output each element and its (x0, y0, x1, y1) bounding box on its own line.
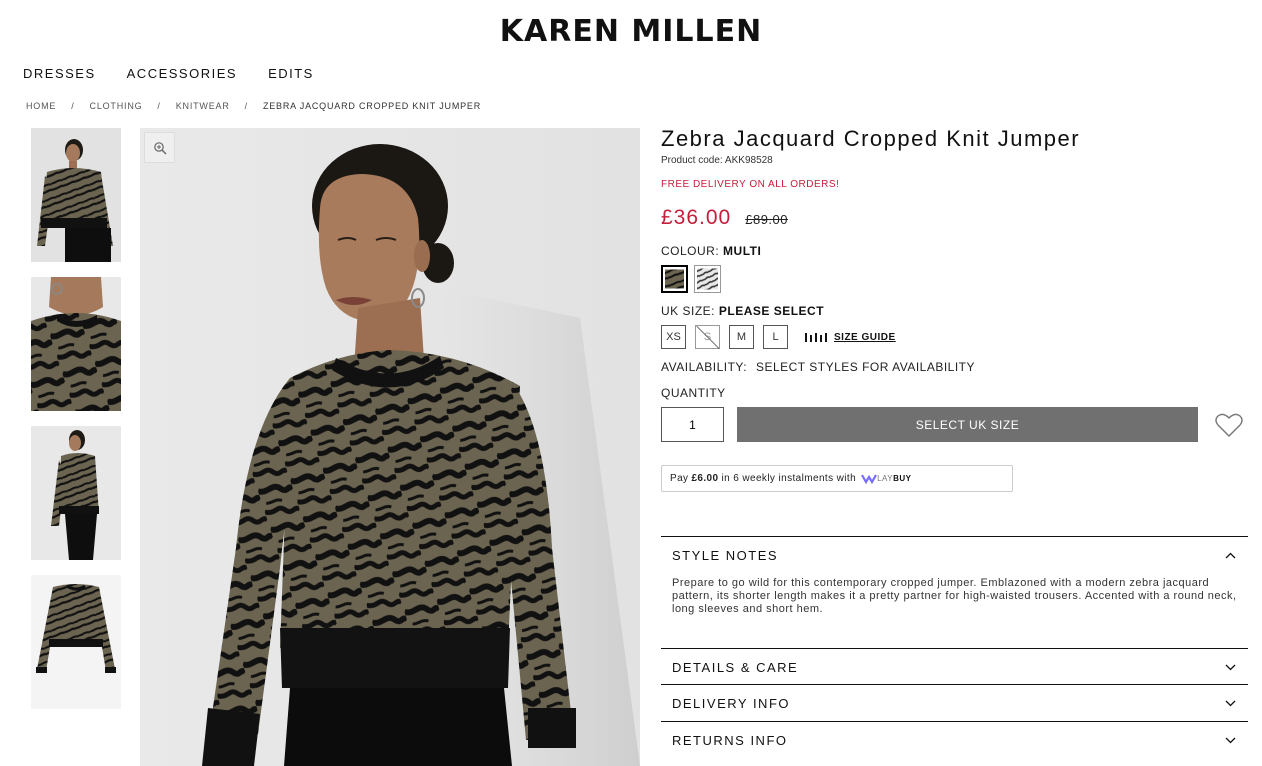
current-price: £36.00 (661, 206, 732, 229)
availability-row: AVAILABILITY: SELECT STYLES FOR AVAILABI… (661, 360, 1248, 374)
zoom-icon (153, 141, 166, 154)
heart-icon[interactable] (1215, 412, 1243, 438)
accordion-header-details-care[interactable]: DETAILS & CARE (661, 649, 1248, 685)
size-s[interactable]: S (695, 325, 720, 349)
accordion-style-notes: STYLE NOTES Prepare to go wild for this … (661, 536, 1248, 616)
chevron-down-icon (1225, 700, 1236, 706)
accordion-header-delivery-info[interactable]: DELIVERY INFO (661, 685, 1248, 721)
accordion-header-returns-info[interactable]: RETURNS INFO (661, 722, 1248, 758)
breadcrumb-home[interactable]: HOME (26, 101, 56, 111)
free-delivery-banner: FREE DELIVERY ON ALL ORDERS! (661, 179, 840, 190)
size-guide-label: SIZE GUIDE (834, 331, 896, 343)
laybuy-logo-icon: LAY BUY (861, 473, 911, 484)
laybuy-text: in 6 weekly instalments with (721, 473, 857, 484)
thumbnail-image-front (31, 128, 121, 262)
accordion-delivery-info: DELIVERY INFO (661, 684, 1248, 721)
laybuy-banner[interactable]: Pay £6.00 in 6 weekly instalments with L… (661, 465, 1013, 492)
nav-item-accessories[interactable]: ACCESSORIES (127, 66, 237, 81)
swatch-khaki-zebra-image (665, 269, 684, 289)
breadcrumb-knitwear[interactable]: KNITWEAR (176, 101, 230, 111)
laybuy-logo-bold: BUY (893, 474, 912, 483)
swatch-grey-zebra-image (697, 268, 718, 290)
original-price: £89.00 (745, 212, 788, 227)
breadcrumb-separator: / (244, 101, 248, 111)
model-photo (140, 128, 640, 766)
product-info-panel: Zebra Jacquard Cropped Knit Jumper Produ… (661, 126, 1248, 492)
breadcrumb-current: ZEBRA JACQUARD CROPPED KNIT JUMPER (262, 101, 482, 111)
accordion-header-style-notes[interactable]: STYLE NOTES (661, 537, 1248, 573)
colour-swatches (661, 265, 1248, 293)
product-code: Product code: AKK98528 (661, 155, 773, 166)
zoom-button[interactable] (144, 132, 175, 163)
add-to-bag-button[interactable]: SELECT UK SIZE (737, 407, 1198, 442)
thumbnail-image-detail (31, 277, 121, 411)
colour-label: COLOUR: MULTI (661, 244, 1248, 258)
chevron-down-icon (1225, 664, 1236, 670)
accordion-title: RETURNS INFO (672, 732, 788, 748)
breadcrumb: HOME / CLOTHING / KNITWEAR / ZEBRA JACQU… (26, 101, 481, 111)
accordion-details-care: DETAILS & CARE (661, 648, 1248, 685)
thumbnail-gallery (31, 128, 121, 724)
accordion-returns-info: RETURNS INFO (661, 721, 1248, 758)
nav-item-edits[interactable]: EDITS (268, 66, 314, 81)
laybuy-logo-light: LAY (877, 474, 894, 483)
size-l[interactable]: L (763, 325, 788, 349)
availability-value: SELECT STYLES FOR AVAILABILITY (755, 360, 976, 374)
laybuy-amount: £6.00 (691, 473, 719, 484)
main-product-image[interactable] (140, 128, 640, 766)
size-guide-link[interactable]: SIZE GUIDE (805, 332, 896, 343)
quantity-label: QUANTITY (661, 386, 726, 400)
purchase-row: SELECT UK SIZE (661, 407, 1248, 442)
size-options: XS S M L SIZE GUIDE (661, 325, 1248, 349)
size-label: UK SIZE: PLEASE SELECT (661, 304, 1248, 318)
style-notes-body: Prepare to go wild for this contemporary… (672, 577, 1237, 615)
brand-logo[interactable]: KAREN MILLEN (0, 14, 1262, 49)
laybuy-prefix: Pay (670, 473, 689, 484)
accordion-title: STYLE NOTES (672, 547, 779, 563)
size-xs[interactable]: XS (661, 325, 686, 349)
colour-label-text: COLOUR: (661, 244, 720, 258)
breadcrumb-separator: / (71, 101, 75, 111)
breadcrumb-clothing[interactable]: CLOTHING (90, 101, 143, 111)
laybuy-heart-mark-icon (861, 474, 878, 484)
main-nav: DRESSES ACCESSORIES EDITS (23, 66, 314, 81)
chevron-down-icon (1225, 737, 1236, 743)
accordion-title: DETAILS & CARE (672, 659, 799, 675)
availability-label: AVAILABILITY: (661, 360, 748, 374)
ruler-icon (805, 332, 827, 342)
size-value: PLEASE SELECT (718, 304, 825, 318)
thumbnail-1[interactable] (31, 128, 121, 262)
product-title: Zebra Jacquard Cropped Knit Jumper (661, 126, 1081, 151)
thumbnail-3[interactable] (31, 426, 121, 560)
swatch-grey-zebra[interactable] (694, 265, 721, 293)
quantity-input[interactable] (661, 407, 724, 442)
thumbnail-4[interactable] (31, 575, 121, 709)
thumbnail-2[interactable] (31, 277, 121, 411)
thumbnail-image-flat (31, 575, 121, 709)
chevron-up-icon (1225, 552, 1236, 558)
accordion-title: DELIVERY INFO (672, 695, 790, 711)
colour-value: MULTI (723, 244, 762, 258)
breadcrumb-separator: / (157, 101, 161, 111)
swatch-khaki-zebra[interactable] (661, 265, 688, 293)
price-block: £36.00 £89.00 (661, 206, 1248, 230)
size-label-text: UK SIZE: (661, 304, 716, 318)
thumbnail-image-side (31, 426, 121, 560)
nav-item-dresses[interactable]: DRESSES (23, 66, 96, 81)
size-m[interactable]: M (729, 325, 754, 349)
